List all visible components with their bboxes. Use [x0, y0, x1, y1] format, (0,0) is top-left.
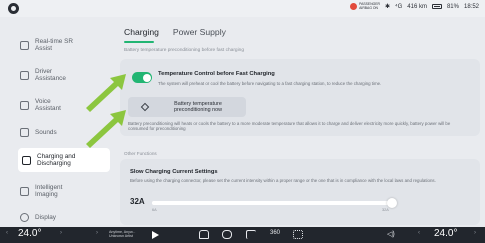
brand-logo [8, 3, 19, 14]
section-note: Battery temperature preconditioning befo… [124, 48, 244, 53]
bottom-dock: ‹ 24.0° › › Anytime, Anyw... Unknown Art… [0, 227, 485, 243]
signal-icon: ⁴G [395, 3, 403, 10]
home-icon[interactable] [199, 230, 209, 239]
temp-left[interactable]: 24.0° [18, 228, 41, 239]
sidebar-item-label: Voice Assistant [35, 98, 61, 112]
main-panel: Charging Power Supply Battery temperatur… [114, 17, 485, 227]
slider-max-label: 32A [382, 208, 389, 212]
other-functions-label: Other Functions [124, 151, 157, 156]
airbag-text: PASSENGER AIRBAG ON [359, 2, 380, 10]
car-icon[interactable] [222, 230, 232, 239]
music-icon[interactable] [246, 230, 256, 239]
voice-assistant-icon [20, 100, 29, 110]
speaker-icon [20, 127, 29, 137]
imaging-icon [20, 186, 29, 196]
media-title[interactable]: Anytime, Anyw... Unknown Artist [109, 230, 143, 238]
bluetooth-icon: ✱ [385, 4, 391, 11]
sidebar-item-sounds[interactable]: Sounds [20, 124, 112, 140]
clock: 18:52 [463, 3, 479, 10]
play-icon[interactable] [152, 231, 159, 239]
sidebar-item-label: Charging and Discharging [37, 153, 76, 167]
sidebar-item-voice-assistant[interactable]: Voice Assistant [20, 94, 112, 116]
temp-right-increase-icon[interactable]: › [474, 230, 476, 236]
tab-power-supply[interactable]: Power Supply [173, 27, 226, 37]
current-slider[interactable] [152, 198, 397, 208]
settings-sidebar: Real-time SR Assist Driver Assistance Vo… [0, 17, 114, 227]
slider-min-label: 6A [152, 208, 157, 212]
slow-charging-desc: Before using the charging connector, ple… [130, 178, 436, 183]
media-prev-icon[interactable]: › [96, 230, 98, 236]
battery-icon [431, 4, 442, 10]
temp-left-decrease-icon[interactable]: ‹ [6, 230, 8, 236]
slow-charging-title: Slow Charging Current Settings [130, 169, 218, 175]
battery-percent: 81% [446, 3, 459, 10]
sidebar-item-driver-assistance[interactable]: Driver Assistance [20, 64, 112, 86]
range-text: 416 km [407, 3, 427, 10]
sidebar-item-label: Sounds [35, 128, 57, 136]
sidebar-item-charging[interactable]: Charging and Discharging [18, 148, 110, 172]
slow-charging-card: Slow Charging Current Settings Before us… [120, 159, 480, 225]
sr-assist-icon [20, 40, 29, 50]
sidebar-item-display[interactable]: Display [20, 210, 112, 224]
airbag-icon [350, 3, 358, 11]
tab-bar: Charging Power Supply [124, 27, 226, 43]
temp-control-desc: The system will preheat or cool the batt… [158, 81, 382, 86]
current-value: 32A [130, 197, 145, 206]
current-slider-fill [152, 201, 392, 205]
sidebar-item-label: Real-time SR Assist [35, 38, 73, 52]
precondition-desc: Battery preconditioning will heats or co… [128, 121, 451, 132]
driver-assistance-icon [20, 70, 29, 80]
sidebar-item-imaging[interactable]: Intelligent Imaging [20, 180, 112, 202]
airbag-indicator: PASSENGER AIRBAG ON [350, 2, 380, 11]
current-slider-handle[interactable] [387, 198, 397, 208]
precondition-now-label: Battery temperature preconditioning now [174, 101, 222, 114]
precondition-now-button[interactable]: Battery temperature preconditioning now [128, 97, 246, 117]
status-indicators: PASSENGER AIRBAG ON ✱ ⁴G 416 km 81% 18:5… [350, 2, 479, 11]
sidebar-item-label: Intelligent Imaging [35, 184, 63, 198]
status-bar: PASSENGER AIRBAG ON ✱ ⁴G 416 km 81% 18:5… [0, 0, 485, 17]
temp-right-decrease-icon[interactable]: ‹ [418, 230, 420, 236]
temp-control-title: Temperature Control before Fast Charging [158, 71, 275, 77]
temp-left-increase-icon[interactable]: › [60, 230, 62, 236]
charging-icon [22, 155, 31, 165]
preconditioning-card: Temperature Control before Fast Charging… [120, 59, 480, 136]
sidebar-item-label: Display [35, 213, 56, 221]
display-icon [20, 212, 29, 222]
precondition-icon [140, 102, 150, 112]
sidebar-item-label: Driver Assistance [35, 68, 66, 82]
temp-control-toggle[interactable] [132, 72, 152, 83]
tab-charging[interactable]: Charging [124, 27, 159, 43]
sidebar-item-sr-assist[interactable]: Real-time SR Assist [20, 34, 112, 56]
temp-right[interactable]: 24.0° [434, 228, 457, 239]
360-view-icon[interactable]: 360 [270, 230, 280, 236]
apps-icon[interactable] [293, 230, 303, 239]
volume-icon[interactable]: ◁) [387, 230, 395, 238]
